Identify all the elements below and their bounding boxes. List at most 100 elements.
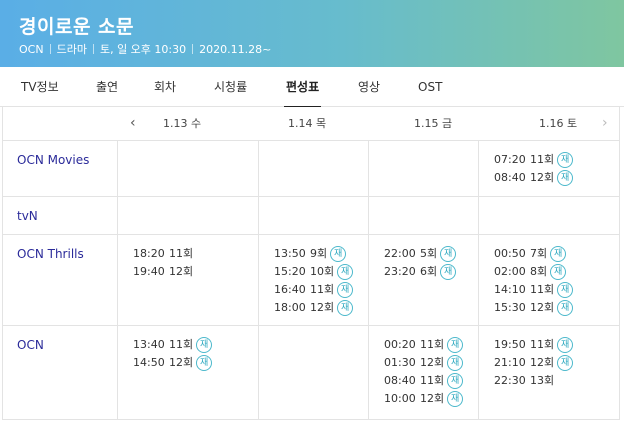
episode-number: 11회 — [530, 338, 555, 351]
schedule-row: OCN Movies 07:20 11회 재 08:40 12회 재 — [3, 141, 619, 197]
schedule-cell: 13:40 11회 재 14:50 12회 재 — [117, 326, 258, 419]
schedule-row: tvN — [3, 197, 619, 235]
schedule-cell — [258, 326, 368, 419]
schedule-cell — [117, 197, 258, 234]
day-header: 1.16 토 — [539, 117, 578, 130]
broadcast-time: 13:40 — [133, 338, 165, 351]
rerun-badge-icon: 재 — [337, 300, 354, 316]
broadcast-time: 08:40 — [384, 374, 416, 387]
episode-number: 11회 — [169, 338, 194, 351]
broadcast-time: 15:20 — [274, 265, 306, 278]
broadcast-slot: 00:50 7회 재 — [494, 245, 567, 263]
channel-name[interactable]: OCN Movies — [17, 153, 89, 167]
episode-number: 10회 — [310, 265, 335, 278]
tab-schedule[interactable]: 편성표 — [283, 67, 322, 108]
episode-number: 12회 — [169, 356, 194, 369]
schedule-grid: OCN Movies 07:20 11회 재 08:40 12회 재 tvN OCN Thril… — [2, 141, 620, 420]
schedule-cell: 22:00 5회 재 23:20 6회 재 — [368, 235, 478, 325]
schedule-cell — [258, 141, 368, 196]
broadcast-slot: 13:50 9회 재 — [274, 245, 347, 263]
tab-ratings[interactable]: 시청률 — [214, 67, 247, 107]
broadcast-time: 22:30 — [494, 374, 526, 387]
episode-number: 11회 — [530, 153, 555, 166]
broadcast-slot: 15:30 12회 재 — [494, 299, 574, 317]
broadcast-time: 18:00 — [274, 301, 306, 314]
program-title: 경이로운 소문 — [19, 16, 134, 38]
schedule-cell: 18:20 11회 19:40 12회 — [117, 235, 258, 325]
rerun-badge-icon: 재 — [557, 300, 574, 316]
rerun-badge-icon: 재 — [550, 246, 567, 262]
episode-number: 13회 — [530, 374, 555, 387]
day-header: 1.14 목 — [288, 117, 327, 130]
channel-name[interactable]: OCN Thrills — [17, 247, 84, 261]
broadcast-slot: 01:30 12회 재 — [384, 354, 464, 372]
tab-video[interactable]: 영상 — [358, 67, 380, 107]
rerun-badge-icon: 재 — [557, 355, 574, 371]
tab-episodes[interactable]: 회차 — [154, 67, 176, 107]
broadcast-slot: 22:30 13회 — [494, 372, 554, 390]
meta-divider — [92, 44, 94, 54]
prev-day-icon[interactable]: ‹ — [130, 107, 136, 140]
episode-number: 11회 — [420, 338, 445, 351]
schedule-cell — [368, 141, 478, 196]
tab-tv-info[interactable]: TV정보 — [21, 67, 59, 107]
program-header: 경이로운 소문 OCN 드라마 토, 일 오후 10:30 2020.11.28… — [0, 0, 624, 67]
genre-label: 드라마 — [56, 43, 87, 56]
broadcast-slot: 02:00 8회 재 — [494, 263, 567, 281]
rerun-badge-icon: 재 — [447, 337, 464, 353]
broadcast-time: 16:40 — [274, 283, 306, 296]
rerun-badge-icon: 재 — [337, 264, 354, 280]
episode-number: 11회 — [169, 247, 194, 260]
broadcast-slot: 10:00 12회 재 — [384, 390, 464, 408]
rerun-badge-icon: 재 — [440, 246, 457, 262]
broadcast-time: 01:30 — [384, 356, 416, 369]
episode-number: 12회 — [530, 301, 555, 314]
broadcast-slot: 16:40 11회 재 — [274, 281, 354, 299]
broadcast-slot: 23:20 6회 재 — [384, 263, 457, 281]
next-day-icon[interactable]: › — [602, 107, 608, 140]
broadcast-time: 15:30 — [494, 301, 526, 314]
rerun-badge-icon: 재 — [557, 170, 574, 186]
broadcast-slot: 19:40 12회 — [133, 263, 193, 281]
episode-number: 12회 — [420, 356, 445, 369]
broadcast-slot: 08:40 12회 재 — [494, 169, 574, 187]
rerun-badge-icon: 재 — [330, 246, 347, 262]
broadcast-slot: 19:50 11회 재 — [494, 336, 574, 354]
channel-name[interactable]: tvN — [17, 209, 38, 223]
schedule-cell: 00:50 7회 재 02:00 8회 재 14:10 11회 재 15:30 12회 재 — [478, 235, 619, 325]
broadcast-time: 08:40 — [494, 171, 526, 184]
schedule-cell — [258, 197, 368, 234]
broadcast-slot: 18:20 11회 — [133, 245, 193, 263]
episode-number: 11회 — [530, 283, 555, 296]
channel-link[interactable]: OCN — [19, 43, 44, 56]
episode-number: 6회 — [420, 265, 438, 278]
broadcast-slot: 21:10 12회 재 — [494, 354, 574, 372]
rerun-badge-icon: 재 — [196, 355, 213, 371]
schedule-cell: 19:50 11회 재 21:10 12회 재 22:30 13회 — [478, 326, 619, 419]
broadcast-time: 21:10 — [494, 356, 526, 369]
tab-ost[interactable]: OST — [418, 67, 442, 107]
rerun-badge-icon: 재 — [337, 282, 354, 298]
rerun-badge-icon: 재 — [557, 152, 574, 168]
rerun-badge-icon: 재 — [447, 373, 464, 389]
schedule-cell — [117, 141, 258, 196]
airtime-label: 토, 일 오후 10:30 — [99, 43, 187, 56]
episode-number: 8회 — [530, 265, 548, 278]
day-selector: ‹ 1.13 수 1.14 목 1.15 금 1.16 토 › — [2, 107, 620, 141]
meta-divider — [49, 44, 51, 54]
broadcast-slot: 13:40 11회 재 — [133, 336, 213, 354]
channel-name[interactable]: OCN — [17, 338, 44, 352]
broadcast-slot: 18:00 12회 재 — [274, 299, 354, 317]
tab-cast[interactable]: 출연 — [96, 67, 118, 107]
episode-number: 12회 — [310, 301, 335, 314]
broadcast-slot: 07:20 11회 재 — [494, 151, 574, 169]
schedule-cell: 00:20 11회 재 01:30 12회 재 08:40 11회 재 10:00 12회 재 — [368, 326, 478, 419]
broadcast-time: 22:00 — [384, 247, 416, 260]
schedule-cell: 13:50 9회 재 15:20 10회 재 16:40 11회 재 18:00 12회 재 — [258, 235, 368, 325]
broadcast-slot: 14:50 12회 재 — [133, 354, 213, 372]
day-header: 1.13 수 — [163, 117, 202, 130]
rerun-badge-icon: 재 — [447, 391, 464, 407]
broadcast-time: 18:20 — [133, 247, 165, 260]
broadcast-slot: 15:20 10회 재 — [274, 263, 354, 281]
broadcast-time: 10:00 — [384, 392, 416, 405]
